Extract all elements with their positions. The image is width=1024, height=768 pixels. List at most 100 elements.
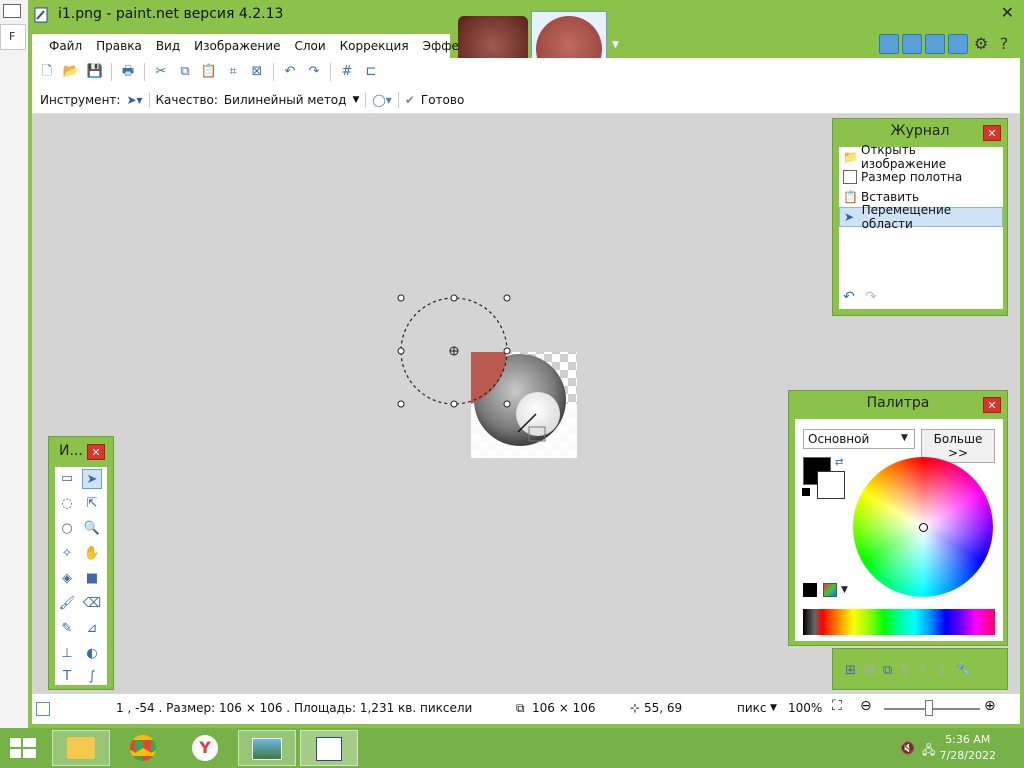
grid-icon[interactable]: #	[336, 62, 358, 82]
history-undo-icon[interactable]: ↶	[843, 289, 855, 305]
text-tool-icon[interactable]: T	[57, 667, 77, 687]
colors-toggle-icon[interactable]	[948, 34, 968, 54]
eraser-tool-icon[interactable]: ⌫	[82, 594, 102, 614]
zoom-out-icon[interactable]: ⊖	[860, 698, 872, 714]
copy-icon[interactable]: ⧉	[174, 62, 196, 82]
image-list-dropdown-icon[interactable]: ▼	[612, 40, 622, 50]
magic-wand-tool-icon[interactable]: ✧	[57, 544, 77, 564]
zoom-level[interactable]: 100%	[788, 701, 822, 715]
menu-image[interactable]: Изображение	[187, 39, 287, 53]
pan-tool-icon[interactable]: ✋	[82, 544, 102, 564]
start-windows-icon[interactable]	[10, 738, 36, 760]
toolbar-divider	[330, 63, 331, 81]
recolor-tool-icon[interactable]: ◐	[82, 644, 102, 664]
reset-colors-icon[interactable]	[801, 487, 811, 497]
duplicate-layer-icon[interactable]: ⧉	[883, 663, 892, 678]
speaker-muted-icon[interactable]: 🔇	[900, 741, 915, 755]
chevron-down-icon[interactable]: ▼	[901, 433, 908, 443]
taskbar-explorer[interactable]	[52, 730, 110, 766]
palette-mode-dropdown[interactable]: Основной	[803, 429, 915, 449]
redo-icon[interactable]: ↷	[303, 62, 325, 82]
gear-icon[interactable]: ⚙	[971, 34, 991, 54]
zoom-fit-icon[interactable]: ⛶	[832, 698, 842, 714]
chevron-down-icon[interactable]: ▼	[352, 95, 359, 105]
help-icon[interactable]: ?	[994, 34, 1014, 54]
network-icon[interactable]: 🖧	[922, 741, 935, 762]
zoom-in-icon[interactable]: ⊕	[984, 698, 996, 714]
chevron-down-icon[interactable]: ▼	[841, 585, 848, 595]
taskbar-chrome[interactable]	[114, 730, 172, 766]
move-selection-tool-icon[interactable]: ➤▾	[126, 93, 142, 107]
layers-toggle-icon[interactable]	[925, 34, 945, 54]
line-curve-tool-icon[interactable]: ∫	[82, 667, 102, 687]
zoom-tool-icon[interactable]: 🔍	[82, 519, 102, 539]
clone-stamp-tool-icon[interactable]: ⊥	[57, 644, 77, 664]
units-dropdown[interactable]: пикс	[737, 701, 767, 715]
palette-options-icon[interactable]	[823, 583, 837, 597]
secondary-color-swatch[interactable]	[817, 471, 845, 499]
color-picker-tool-icon[interactable]: ⊿	[82, 619, 102, 639]
history-redo-icon[interactable]: ↷	[865, 289, 877, 305]
done-button[interactable]: Готово	[421, 93, 464, 107]
palette-swatch-strip[interactable]	[803, 609, 995, 635]
add-color-icon[interactable]	[803, 583, 817, 597]
layer-properties-icon[interactable]: 🔧	[955, 663, 971, 678]
move-selected-tool-icon[interactable]: ➤	[82, 469, 102, 489]
history-title: Журнал	[890, 123, 950, 139]
window-close-icon[interactable]: ✕	[1001, 3, 1014, 22]
paint-bucket-tool-icon[interactable]: ◈	[57, 569, 77, 589]
delete-layer-icon[interactable]: ⊠	[864, 663, 875, 678]
tools-toggle-icon[interactable]	[879, 34, 899, 54]
gradient-tool-icon[interactable]: ■	[82, 569, 102, 589]
taskbar-yandex[interactable]: Y	[176, 730, 234, 766]
menu-view[interactable]: Вид	[149, 39, 187, 53]
paste-icon[interactable]: 📋	[198, 62, 220, 82]
palette-close-icon[interactable]: ✕	[983, 397, 1001, 413]
cut-icon[interactable]: ✂	[150, 62, 172, 82]
open-file-icon[interactable]: 📂	[60, 62, 82, 82]
history-item-open[interactable]: 📁 Открыть изображение	[839, 143, 1003, 171]
system-clock[interactable]: 5:36 AM 7/28/2022	[940, 732, 996, 764]
zoom-slider-thumb[interactable]	[925, 700, 933, 716]
history-close-icon[interactable]: ✕	[983, 125, 1001, 141]
save-icon[interactable]: 💾	[84, 62, 106, 82]
toolbar-divider	[273, 63, 274, 81]
crop-icon[interactable]: ⌗	[222, 62, 244, 82]
desktop-tab[interactable]: F	[0, 24, 26, 50]
rectangle-select-tool-icon[interactable]: ▭	[57, 469, 77, 489]
selection-mode-icon[interactable]: ◯▾	[372, 93, 391, 107]
pencil-tool-icon[interactable]: ✎	[57, 619, 77, 639]
move-selection-tool-icon[interactable]: ⇱	[82, 494, 102, 514]
ruler-icon[interactable]: ⊏	[360, 62, 382, 82]
window-toggles: ⚙ ?	[879, 34, 1014, 54]
tools-close-icon[interactable]: ✕	[87, 444, 105, 460]
move-layer-down-icon[interactable]: ⇣	[937, 663, 948, 678]
palette-body: Основной ▼ Больше >> ⇄ ▼	[795, 419, 1003, 641]
undo-icon[interactable]: ↶	[279, 62, 301, 82]
menu-adjustments[interactable]: Коррекция	[333, 39, 416, 53]
taskbar-paintnet[interactable]	[300, 730, 358, 766]
add-layer-icon[interactable]: ⊞	[845, 663, 856, 678]
paintbrush-tool-icon[interactable]: 🖌	[57, 594, 77, 614]
folder-icon: 📁	[843, 150, 858, 164]
taskbar-photos[interactable]	[238, 730, 296, 766]
history-item-move-selection[interactable]: ➤ Перемещение области	[839, 203, 1003, 231]
menubar: Файл Правка Вид Изображение Слои Коррекц…	[32, 34, 483, 58]
swap-colors-icon[interactable]: ⇄	[835, 457, 843, 468]
history-toggle-icon[interactable]	[902, 34, 922, 54]
new-file-icon[interactable]: 🗋	[36, 62, 58, 82]
merge-layer-icon[interactable]: ⊻	[900, 663, 910, 678]
quality-dropdown[interactable]: Билинейный метод	[224, 93, 347, 107]
lasso-tool-icon[interactable]: ◌	[57, 494, 77, 514]
move-layer-up-icon[interactable]: ⇡	[918, 663, 929, 678]
chevron-down-icon[interactable]: ▼	[770, 703, 777, 713]
print-icon[interactable]: 🖶	[117, 62, 139, 82]
color-wheel-cursor[interactable]	[919, 523, 928, 532]
deselect-icon[interactable]: ⊠	[246, 62, 268, 82]
ellipse-select-tool-icon[interactable]: ○	[57, 519, 77, 539]
cursor-position-icon: ⊹	[630, 701, 641, 715]
menu-edit[interactable]: Правка	[89, 39, 149, 53]
menu-layers[interactable]: Слои	[287, 39, 332, 53]
menu-file[interactable]: Файл	[42, 39, 89, 53]
desktop-window-icon[interactable]	[3, 4, 21, 18]
